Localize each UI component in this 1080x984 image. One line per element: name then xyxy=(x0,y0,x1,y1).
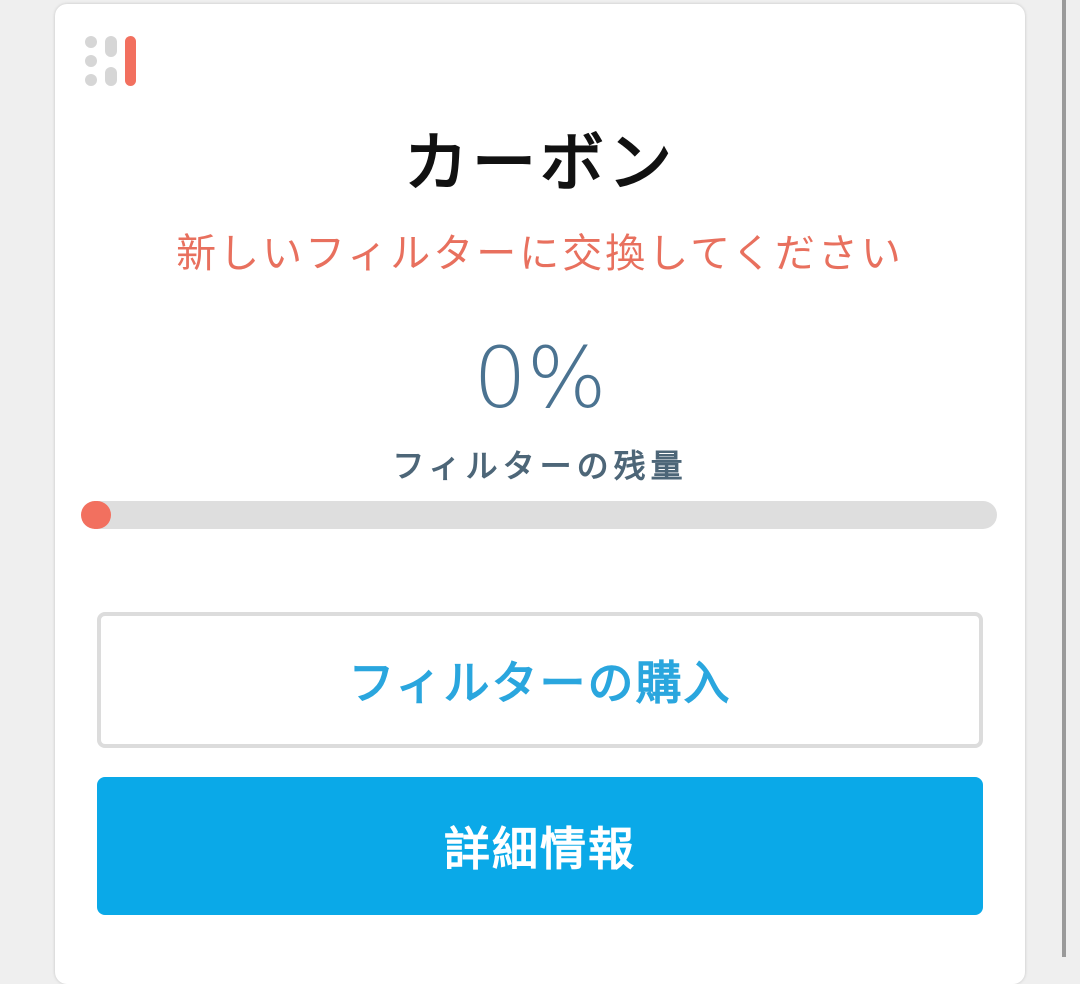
filter-remaining-progress-bar xyxy=(81,501,997,529)
progress-indicator-dot xyxy=(81,501,109,529)
brand-accent-bar xyxy=(125,36,136,86)
filter-card: カーボン 新しいフィルターに交換してください 0% フィルターの残量 フィルター… xyxy=(55,4,1025,984)
buy-filter-button[interactable]: フィルターの購入 xyxy=(97,612,983,748)
scrollbar-edge xyxy=(1062,0,1066,957)
filter-name-title: カーボン xyxy=(404,127,676,201)
replace-filter-warning: 新しいフィルターに交換してください xyxy=(176,231,904,277)
details-button[interactable]: 詳細情報 xyxy=(97,777,983,915)
brand-logo-icon xyxy=(85,34,141,90)
remaining-label: フィルターの残量 xyxy=(392,447,688,485)
remaining-percent: 0% xyxy=(473,329,607,427)
